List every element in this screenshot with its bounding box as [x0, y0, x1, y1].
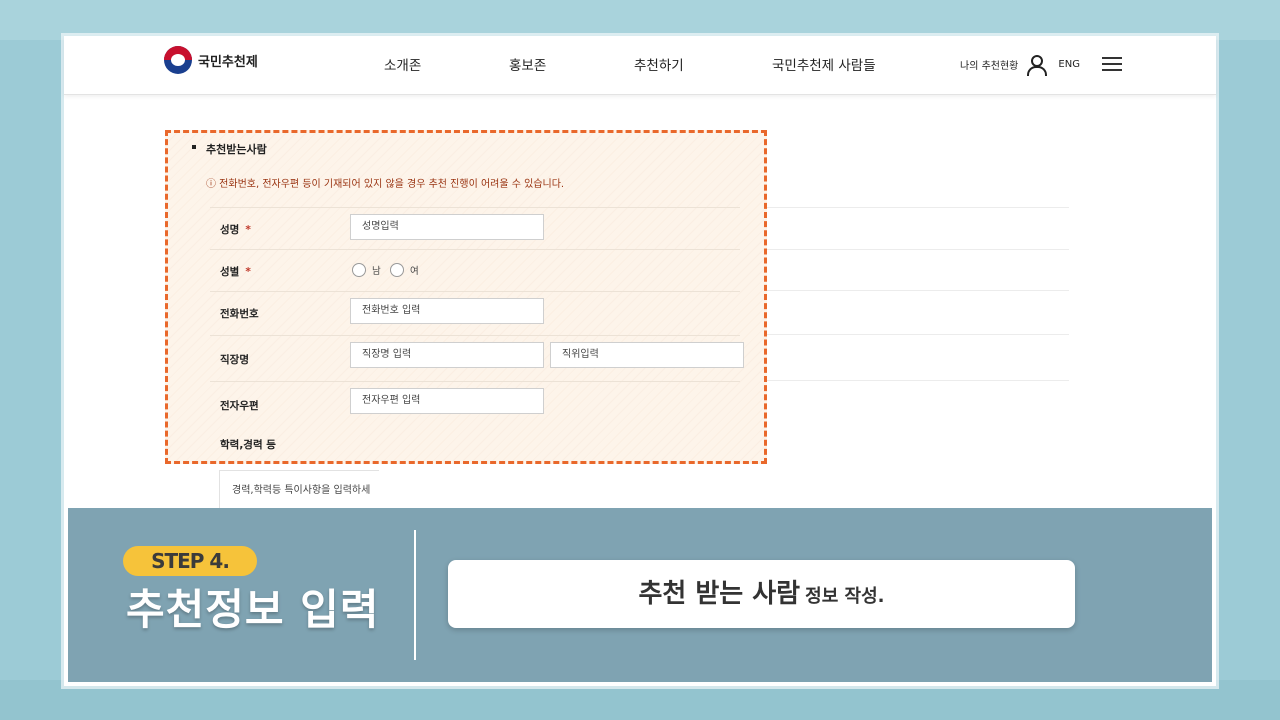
- workplace-row: 직장명 직장명 입력 직위입력: [210, 335, 744, 382]
- nav-item-people[interactable]: 국민추천제 사람들: [772, 54, 902, 74]
- caption-emphasis: 추천 받는 사람: [638, 579, 801, 609]
- language-link[interactable]: ENG: [1058, 59, 1080, 70]
- my-status-link[interactable]: 나의 추천현황: [960, 57, 1018, 72]
- section-title: 추천받는사람: [192, 143, 267, 156]
- career-row: 학력,경력 등: [210, 425, 740, 455]
- step-title: 추천정보 입력: [126, 585, 380, 634]
- workplace-input[interactable]: 직장명 입력: [350, 342, 544, 368]
- row-divider: [764, 290, 1069, 291]
- step-badge: STEP 4.: [123, 546, 257, 576]
- hamburger-menu-icon[interactable]: [1101, 57, 1122, 71]
- user-icon[interactable]: [1026, 54, 1048, 76]
- nav-item-intro[interactable]: 소개존: [384, 54, 509, 74]
- logo-text: 국민추천제: [198, 54, 258, 70]
- banner-divider: [414, 530, 416, 660]
- gender-row: 성별 * 남 여: [210, 249, 740, 292]
- email-input[interactable]: 전자우편 입력: [350, 388, 544, 414]
- background-top: [0, 0, 1280, 40]
- caption-rest: 정보 작성.: [805, 586, 885, 607]
- gender-label: 성별 *: [220, 266, 251, 278]
- phone-row: 전화번호 전화번호 입력: [210, 291, 740, 336]
- row-divider: [764, 249, 1069, 250]
- background-bottom: [0, 680, 1280, 720]
- gender-female-radio[interactable]: 여: [390, 263, 419, 277]
- radio-circle-icon: [390, 263, 404, 277]
- step-banner: STEP 4. 추천정보 입력 추천 받는 사람 정보 작성.: [68, 508, 1212, 682]
- phone-input[interactable]: 전화번호 입력: [350, 298, 544, 324]
- radio-circle-icon: [352, 263, 366, 277]
- career-textarea[interactable]: 경력,학력등 특이사항을 입력하세: [219, 470, 379, 510]
- recipient-form-highlight: 추천받는사람 ⓘ 전화번호, 전자우편 등이 기재되어 있지 않을 경우 추천 …: [165, 130, 767, 464]
- main-nav: 소개존 홍보존 추천하기 국민추천제 사람들: [384, 54, 902, 74]
- gender-male-radio[interactable]: 남: [352, 263, 381, 277]
- name-label: 성명 *: [220, 224, 251, 236]
- row-divider: [764, 380, 1069, 381]
- phone-label: 전화번호: [220, 308, 259, 320]
- nav-item-promo[interactable]: 홍보존: [509, 54, 634, 74]
- caption-box: 추천 받는 사람 정보 작성.: [448, 560, 1075, 628]
- notice-text: ⓘ 전화번호, 전자우편 등이 기재되어 있지 않을 경우 추천 진행이 어려울…: [206, 179, 565, 190]
- header-utils: 나의 추천현황 ENG: [960, 54, 1122, 76]
- name-row: 성명 * 성명입력: [210, 207, 740, 250]
- position-input[interactable]: 직위입력: [550, 342, 744, 368]
- taegeuk-logo-icon: [164, 46, 192, 74]
- required-mark: *: [245, 266, 251, 278]
- name-input[interactable]: 성명입력: [350, 214, 544, 240]
- site-header: 국민추천제 소개존 홍보존 추천하기 국민추천제 사람들 나의 추천현황 ENG: [64, 36, 1216, 95]
- site-logo[interactable]: 국민추천제: [164, 46, 258, 74]
- row-divider: [764, 334, 1069, 335]
- row-divider: [764, 207, 1069, 208]
- required-mark: *: [245, 224, 251, 236]
- career-label: 학력,경력 등: [220, 439, 276, 451]
- workplace-label: 직장명: [220, 354, 249, 366]
- email-label: 전자우편: [220, 400, 259, 412]
- email-row: 전자우편 전자우편 입력: [210, 381, 740, 426]
- nav-item-recommend[interactable]: 추천하기: [634, 54, 772, 74]
